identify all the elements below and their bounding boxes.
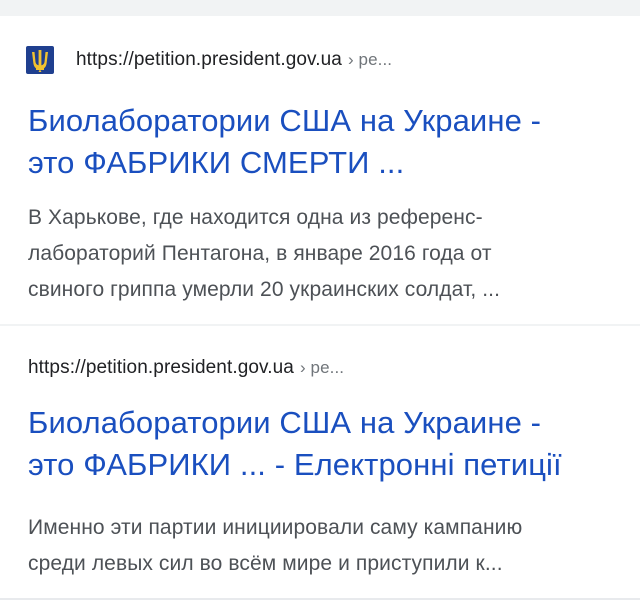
search-result-2: https://petition.president.gov.ua › pe..… [0,326,640,598]
result-title-line: это ФАБРИКИ ... - Електронні петиції [28,447,562,482]
result-source[interactable]: https://petition.president.gov.ua › pe..… [26,44,392,76]
search-result-1: https://petition.president.gov.ua › pe..… [0,16,640,324]
result-snippet-line: лабораторий Пентагона, в январе 2016 год… [28,242,492,265]
result-title-line: Биолаборатории США на Украине - [28,103,542,138]
result-title-link[interactable]: Биолаборатории США на Украине - это ФАБР… [28,100,620,184]
result-snippet-line: свиного гриппа умерли 20 украинских солд… [28,278,501,301]
result-source[interactable]: https://petition.president.gov.ua › pe..… [28,352,344,384]
result-url-path: › pe... [299,358,345,377]
result-url: https://petition.president.gov.ua [76,49,342,70]
result-title-line: Биолаборатории США на Украине - [28,405,542,440]
result-snippet: В Харькове, где находится одна из рефере… [28,200,618,308]
result-title-link[interactable]: Биолаборатории США на Украине - это ФАБР… [28,402,620,486]
ukraine-trident-icon [26,46,54,74]
result-snippet-line: Именно эти партии инициировали саму камп… [28,516,523,539]
result-snippet-line: В Харькове, где находится одна из рефере… [28,206,483,229]
result-url-path: › pe... [347,50,393,69]
result-snippet: Именно эти партии инициировали саму камп… [28,510,618,582]
result-url: https://petition.president.gov.ua [28,357,294,378]
result-title-line: это ФАБРИКИ СМЕРТИ ... [28,145,405,180]
result-snippet-line: среди левых сил во всём мире и приступил… [28,552,503,575]
